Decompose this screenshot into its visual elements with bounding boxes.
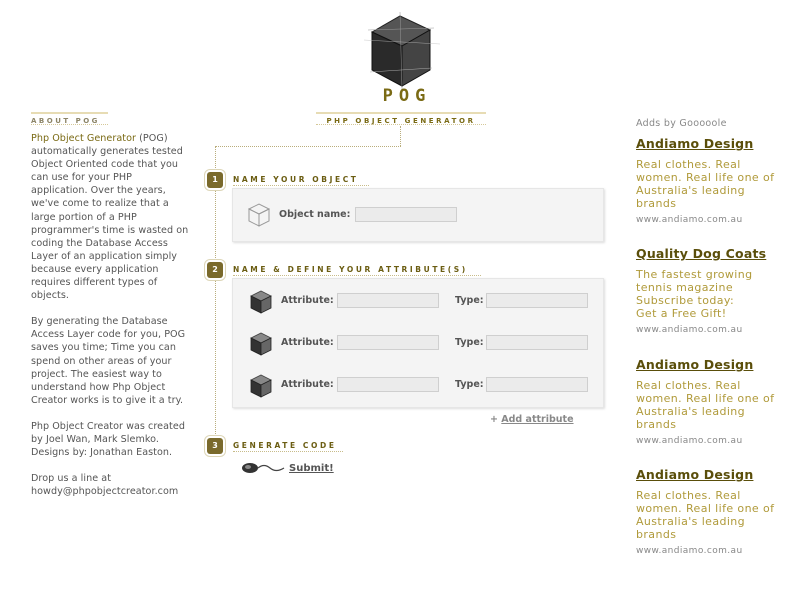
- ad-text-line: Australia's leading: [636, 184, 746, 197]
- plus-icon: +: [490, 414, 498, 425]
- ad-text-line: Real clothes. Real: [636, 489, 741, 502]
- attribute-label: Attribute:: [281, 295, 334, 306]
- about-paragraph-2: By generating the Database Access Layer …: [31, 316, 186, 406]
- ad-url: www.andiamo.com.au: [636, 546, 743, 556]
- ad-item: Andiamo Design Real clothes. Real women.…: [636, 136, 786, 225]
- ad-title-link[interactable]: Quality Dog Coats: [636, 246, 786, 261]
- step-2-label: Name & define your attribute(s): [233, 265, 468, 274]
- ad-url: www.andiamo.com.au: [636, 325, 743, 335]
- ad-text-line: women. Real life one of: [636, 392, 775, 405]
- attribute-label: Attribute:: [281, 379, 334, 390]
- object-name-input[interactable]: [355, 207, 457, 222]
- about-text: Php Object Generator (POG) automatically…: [31, 132, 189, 511]
- connector-line: [215, 146, 401, 147]
- object-name-panel: Object name:: [232, 188, 604, 242]
- submit-button[interactable]: Submit!: [289, 463, 334, 474]
- step-1-underline: [233, 185, 369, 186]
- ad-title-link[interactable]: Andiamo Design: [636, 136, 786, 151]
- type-label: Type:: [455, 379, 484, 390]
- about-paragraph-3: Php Object Creator was created by Joel W…: [31, 420, 185, 459]
- outline-cube-icon: [247, 202, 271, 228]
- about-paragraph-1: Php Object Generator (POG) automatically…: [31, 132, 189, 302]
- ad-text-line: Australia's leading: [636, 405, 746, 418]
- ad-text-line: brands: [636, 197, 677, 210]
- step-3-label: Generate code: [233, 441, 337, 450]
- ad-item: Andiamo Design Real clothes. Real women.…: [636, 467, 786, 556]
- ad-url: www.andiamo.com.au: [636, 215, 743, 225]
- type-input-3[interactable]: [486, 377, 588, 392]
- about-paragraph-1-text: (POG) automatically generates tested Obj…: [31, 133, 189, 302]
- add-attribute-row: + Add attribute: [490, 414, 574, 425]
- type-input-1[interactable]: [486, 293, 588, 308]
- type-label: Type:: [455, 295, 484, 306]
- about-paragraph-4: Drop us a line at howdy@phpobjectcreator…: [31, 473, 179, 498]
- attribute-input-2[interactable]: [337, 335, 439, 350]
- attribute-label: Attribute:: [281, 337, 334, 348]
- ad-text-line: Subscribe today:: [636, 294, 735, 307]
- about-heading-divider: [31, 124, 108, 125]
- ad-item: Andiamo Design Real clothes. Real women.…: [636, 357, 786, 446]
- ad-url: www.andiamo.com.au: [636, 436, 743, 446]
- attribute-input-3[interactable]: [337, 377, 439, 392]
- step-3-underline: [233, 451, 343, 452]
- ad-text-line: Australia's leading: [636, 515, 746, 528]
- type-input-2[interactable]: [486, 335, 588, 350]
- ad-title-link[interactable]: Andiamo Design: [636, 357, 786, 372]
- type-label: Type:: [455, 337, 484, 348]
- step-2-underline: [233, 275, 481, 276]
- attribute-cube-icon: [249, 373, 273, 399]
- brand-name: Php Object Generator: [31, 133, 137, 144]
- sperm-icon: [240, 460, 286, 476]
- ad-text-line: tennis magazine: [636, 281, 734, 294]
- ads-heading: Adds by Gooooole: [636, 118, 727, 129]
- ad-text-line: women. Real life one of: [636, 171, 775, 184]
- step-2-badge: 2: [207, 262, 223, 278]
- app-title: POG: [382, 86, 432, 106]
- ad-title-link[interactable]: Andiamo Design: [636, 467, 786, 482]
- ad-text-line: brands: [636, 528, 677, 541]
- attribute-cube-icon: [249, 331, 273, 357]
- ad-text-line: women. Real life one of: [636, 502, 775, 515]
- step-1-badge: 1: [207, 172, 223, 188]
- connector-line: [215, 146, 216, 446]
- attribute-cube-icon: [249, 289, 273, 315]
- ad-text-line: The fastest growing: [636, 268, 753, 281]
- ad-text-line: Real clothes. Real: [636, 379, 741, 392]
- attribute-input-1[interactable]: [337, 293, 439, 308]
- ad-text-line: Get a Free Gift!: [636, 307, 727, 320]
- ad-text-line: Real clothes. Real: [636, 158, 741, 171]
- object-name-label: Object name:: [279, 209, 351, 220]
- attributes-panel: Attribute: Type: Attribute: Type: Attrib…: [232, 278, 604, 408]
- ad-item: Quality Dog Coats The fastest growing te…: [636, 246, 786, 335]
- add-attribute-link[interactable]: Add attribute: [501, 414, 573, 425]
- ad-text-line: brands: [636, 418, 677, 431]
- connector-line: [400, 126, 401, 146]
- step-1-label: Name your object: [233, 175, 359, 184]
- step-3-badge: 3: [207, 438, 223, 454]
- subtitle-divider: [316, 124, 486, 125]
